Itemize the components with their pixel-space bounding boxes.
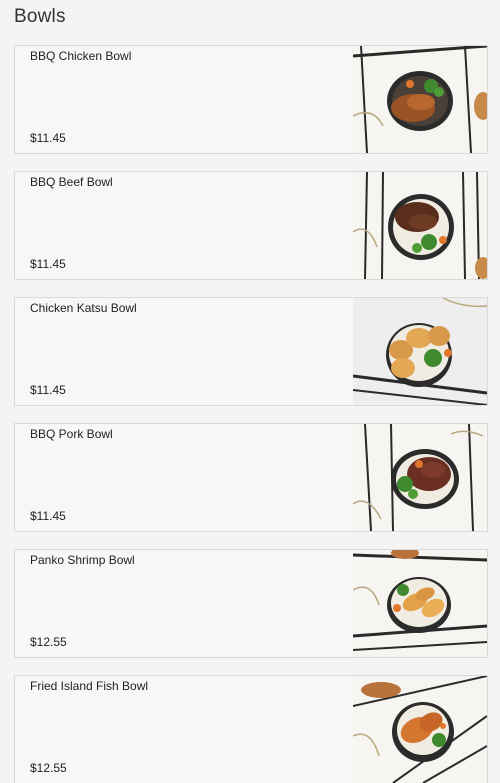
item-price: $11.45 — [30, 383, 66, 397]
item-photo — [353, 424, 487, 531]
menu-page: Bowls BBQ Chicken Bowl $11.45 BBQ Beef B… — [0, 0, 500, 783]
item-name: Fried Island Fish Bowl — [30, 679, 149, 693]
item-price: $11.45 — [30, 131, 66, 145]
item-photo — [353, 550, 487, 657]
item-photo — [353, 46, 487, 153]
item-photo — [353, 172, 487, 279]
item-name: BBQ Pork Bowl — [30, 427, 113, 441]
item-photo — [353, 676, 487, 783]
menu-item-card[interactable]: BBQ Pork Bowl $11.45 — [14, 423, 488, 532]
item-price: $12.55 — [30, 761, 67, 775]
menu-item-card[interactable]: Panko Shrimp Bowl $12.55 — [14, 549, 488, 658]
menu-item-card[interactable]: Fried Island Fish Bowl $12.55 — [14, 675, 488, 783]
menu-list: BBQ Chicken Bowl $11.45 BBQ Beef Bowl $1… — [14, 45, 488, 783]
item-name: Panko Shrimp Bowl — [30, 553, 135, 567]
section-title: Bowls — [14, 6, 66, 27]
item-name: BBQ Beef Bowl — [30, 175, 113, 189]
item-price: $12.55 — [30, 635, 67, 649]
menu-item-card[interactable]: Chicken Katsu Bowl $11.45 — [14, 297, 488, 406]
menu-item-card[interactable]: BBQ Beef Bowl $11.45 — [14, 171, 488, 280]
item-name: Chicken Katsu Bowl — [30, 301, 137, 315]
item-name: BBQ Chicken Bowl — [30, 49, 132, 63]
item-photo — [353, 298, 487, 405]
item-price: $11.45 — [30, 257, 66, 271]
menu-item-card[interactable]: BBQ Chicken Bowl $11.45 — [14, 45, 488, 154]
item-price: $11.45 — [30, 509, 66, 523]
